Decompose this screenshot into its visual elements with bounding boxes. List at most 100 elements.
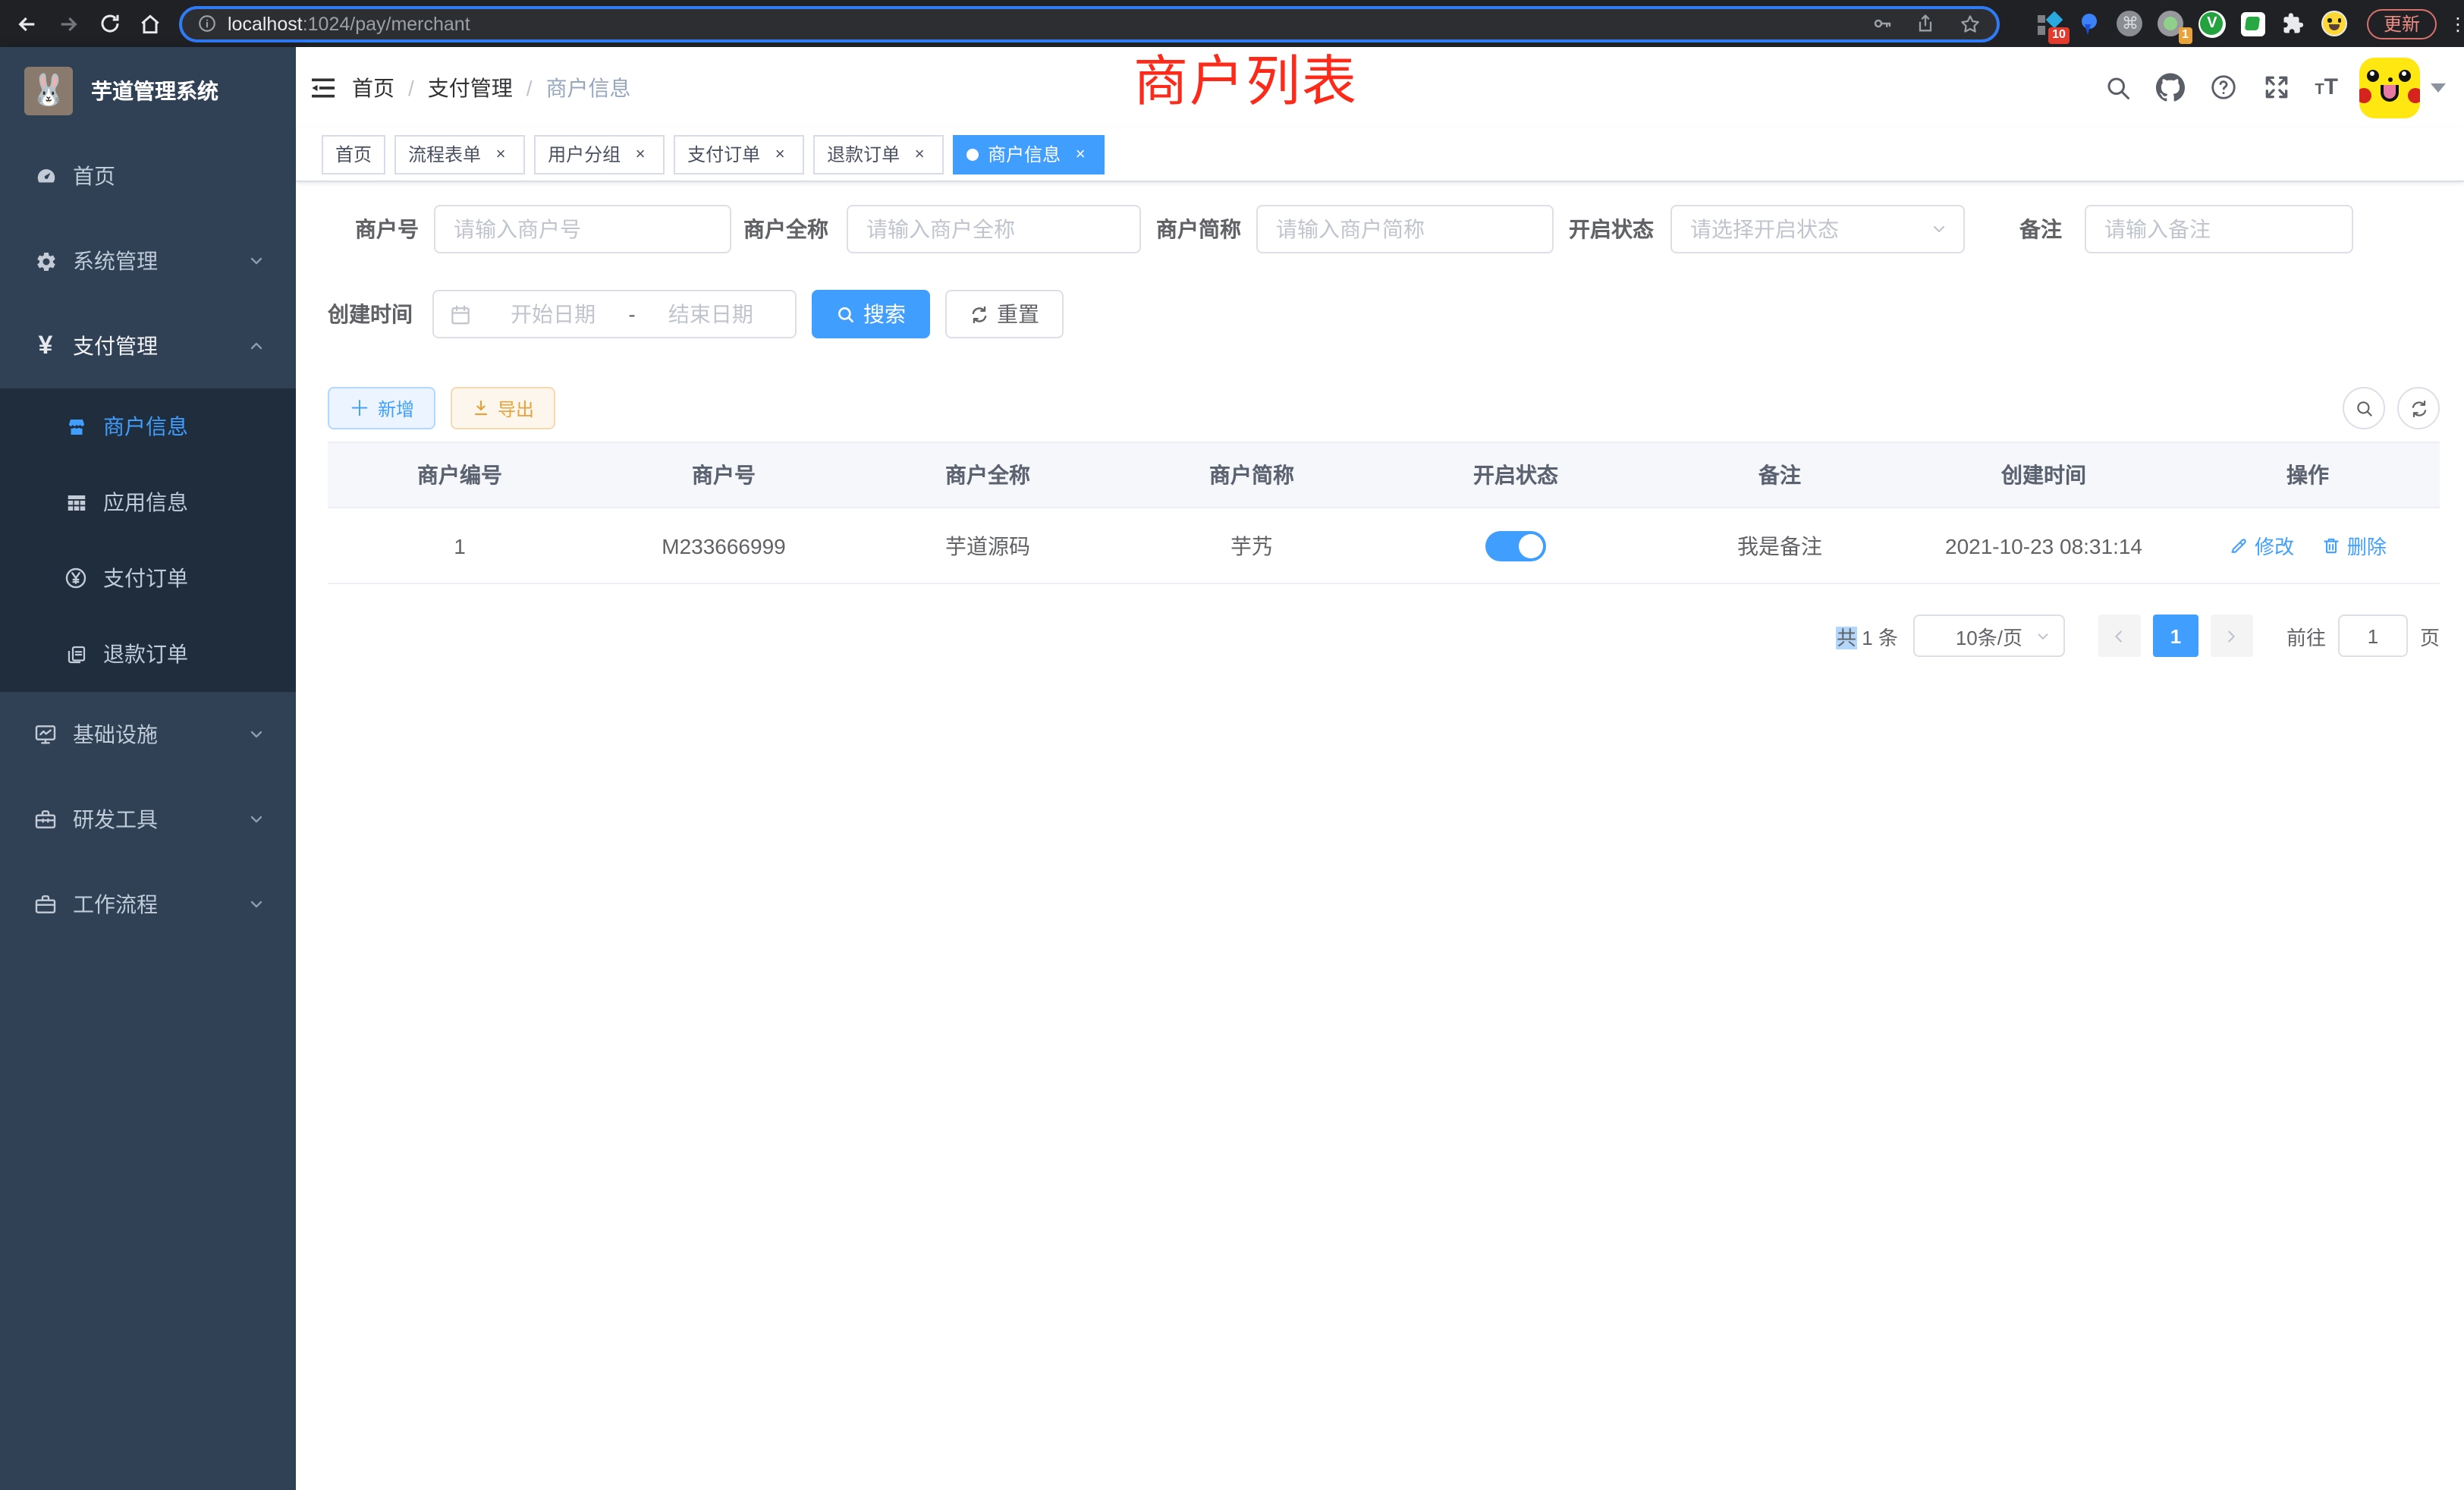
col-merchant-no: 商户号 xyxy=(592,442,856,508)
status-label: 开启状态 xyxy=(1569,214,1654,244)
sidebar-item-infrastructure[interactable]: 基础设施 xyxy=(0,692,296,777)
breadcrumb-home[interactable]: 首页 xyxy=(352,72,394,102)
user-avatar[interactable] xyxy=(2359,57,2420,118)
close-icon[interactable]: × xyxy=(490,143,511,165)
breadcrumb: 首页 / 支付管理 / 商户信息 xyxy=(352,72,631,102)
extension-pin-icon[interactable] xyxy=(2076,10,2103,37)
close-icon[interactable]: × xyxy=(909,143,930,165)
extension-v-icon[interactable]: V xyxy=(2198,10,2226,37)
screen: localhost:1024/pay/merchant 10 ⌘ xyxy=(0,0,2464,1490)
date-separator: - xyxy=(622,302,641,326)
yen-circle-icon xyxy=(58,566,94,590)
tab-refund-order[interactable]: 退款订单× xyxy=(813,134,944,174)
remark-input[interactable] xyxy=(2085,205,2353,253)
col-short-name: 商户简称 xyxy=(1120,442,1384,508)
add-button[interactable]: ＋新增 xyxy=(328,387,435,429)
table-header-row: 商户编号 商户号 商户全称 商户简称 开启状态 备注 创建时间 操作 xyxy=(328,442,2440,508)
col-full-name: 商户全称 xyxy=(856,442,1120,508)
font-size-icon[interactable]: TT xyxy=(2315,74,2338,100)
url-host: localhost xyxy=(228,13,303,34)
help-icon[interactable] xyxy=(2208,72,2239,102)
share-icon[interactable] xyxy=(1915,12,1938,35)
search-button[interactable]: 搜索 xyxy=(812,290,930,338)
breadcrumb-payment[interactable]: 支付管理 xyxy=(428,72,513,102)
page-number-button[interactable]: 1 xyxy=(2153,615,2198,657)
documents-icon xyxy=(58,643,94,665)
extension-grammar-icon[interactable] xyxy=(2239,10,2267,37)
address-bar[interactable]: localhost:1024/pay/merchant xyxy=(179,5,2000,42)
site-info-icon[interactable] xyxy=(197,14,217,33)
cell-full-name: 芋道源码 xyxy=(856,508,1120,583)
browser-home-icon[interactable] xyxy=(137,10,164,37)
sidebar-item-pay-order[interactable]: 支付订单 xyxy=(0,540,296,616)
calendar-icon xyxy=(449,303,472,325)
fullscreen-icon[interactable] xyxy=(2261,72,2292,102)
remark-label: 备注 xyxy=(2019,214,2062,244)
delete-link[interactable]: 删除 xyxy=(2321,531,2387,560)
extensions-puzzle-icon[interactable] xyxy=(2280,10,2308,37)
merchant-no-input[interactable] xyxy=(434,205,731,253)
sidebar-item-workflow[interactable]: 工作流程 xyxy=(0,862,296,947)
browser-back-icon[interactable] xyxy=(14,10,41,37)
bookmark-star-icon[interactable] xyxy=(1959,12,1982,35)
github-icon[interactable] xyxy=(2155,72,2186,102)
url-text[interactable]: localhost:1024/pay/merchant xyxy=(228,13,1850,34)
tab-pay-order[interactable]: 支付订单× xyxy=(674,134,804,174)
close-icon[interactable]: × xyxy=(630,143,651,165)
date-range-picker[interactable]: 开始日期 - 结束日期 xyxy=(432,290,797,338)
status-select[interactable]: 请选择开启状态 xyxy=(1670,205,1965,253)
tab-process-form[interactable]: 流程表单× xyxy=(394,134,525,174)
chrome-update-button[interactable]: 更新 xyxy=(2367,8,2437,39)
full-name-input[interactable] xyxy=(847,205,1141,253)
reset-button[interactable]: 重置 xyxy=(945,290,1064,338)
goto-page-input[interactable] xyxy=(2338,615,2408,657)
app-title: 芋道管理系统 xyxy=(91,75,218,105)
sidebar-item-merchant-info[interactable]: 商户信息 xyxy=(0,388,296,464)
browser-menu-icon[interactable]: ⋮ xyxy=(2449,13,2464,34)
prev-page-button[interactable] xyxy=(2098,615,2141,657)
search-icon[interactable] xyxy=(2102,72,2132,102)
sidebar-collapse-icon[interactable] xyxy=(306,71,340,104)
status-toggle[interactable] xyxy=(1485,530,1546,561)
sidebar-item-refund-order[interactable]: 退款订单 xyxy=(0,616,296,692)
avatar-caret-icon[interactable] xyxy=(2431,83,2446,92)
sidebar-item-system[interactable]: 系统管理 xyxy=(0,218,296,303)
tab-user-group[interactable]: 用户分组× xyxy=(534,134,665,174)
sidebar-item-dev-tools[interactable]: 研发工具 xyxy=(0,777,296,862)
extension-command-icon[interactable]: ⌘ xyxy=(2117,10,2144,37)
export-button[interactable]: 导出 xyxy=(451,387,555,429)
refresh-icon[interactable] xyxy=(2397,387,2440,429)
close-icon[interactable]: × xyxy=(769,143,790,165)
extension-status-icon[interactable]: 1 xyxy=(2158,10,2185,37)
profile-avatar-icon[interactable] xyxy=(2321,10,2349,37)
navbar-actions: TT xyxy=(2079,57,2464,118)
sidebar-item-home[interactable]: 首页 xyxy=(0,134,296,218)
sidebar-item-payment[interactable]: ¥ 支付管理 xyxy=(0,303,296,388)
next-page-button[interactable] xyxy=(2211,615,2253,657)
browser-reload-icon[interactable] xyxy=(96,10,123,37)
table-tools xyxy=(2330,387,2440,429)
date-start-placeholder: 开始日期 xyxy=(484,299,622,329)
password-key-icon[interactable] xyxy=(1871,12,1894,35)
page-size-select[interactable]: 10条/页 xyxy=(1913,615,2065,657)
filter-row-1: 商户号 商户全称 商户简称 开启状态 请选择开启状态 备注 xyxy=(328,205,2440,253)
cell-status xyxy=(1384,508,1648,583)
show-search-icon[interactable] xyxy=(2343,387,2385,429)
breadcrumb-separator: / xyxy=(408,75,414,99)
sidebar-item-label: 支付管理 xyxy=(73,331,158,361)
short-name-input[interactable] xyxy=(1256,205,1554,253)
extension-kanban-icon[interactable]: 10 xyxy=(2035,10,2062,37)
main-area: 首页 / 支付管理 / 商户信息 商户列表 xyxy=(296,47,2464,1490)
tab-merchant-info[interactable]: 商户信息× xyxy=(953,134,1105,174)
tab-home[interactable]: 首页 xyxy=(322,134,385,174)
sidebar-item-app-info[interactable]: 应用信息 xyxy=(0,464,296,540)
browser-forward-icon[interactable] xyxy=(55,10,82,37)
close-icon[interactable]: × xyxy=(1070,143,1091,165)
app-logo[interactable]: 🐰 芋道管理系统 xyxy=(0,47,296,134)
trash-icon xyxy=(2321,536,2341,555)
edit-pencil-icon xyxy=(2229,536,2249,555)
col-merchant-id: 商户编号 xyxy=(328,442,592,508)
edit-link[interactable]: 修改 xyxy=(2229,531,2294,560)
col-actions: 操作 xyxy=(2176,442,2440,508)
dashboard-icon xyxy=(27,165,64,187)
